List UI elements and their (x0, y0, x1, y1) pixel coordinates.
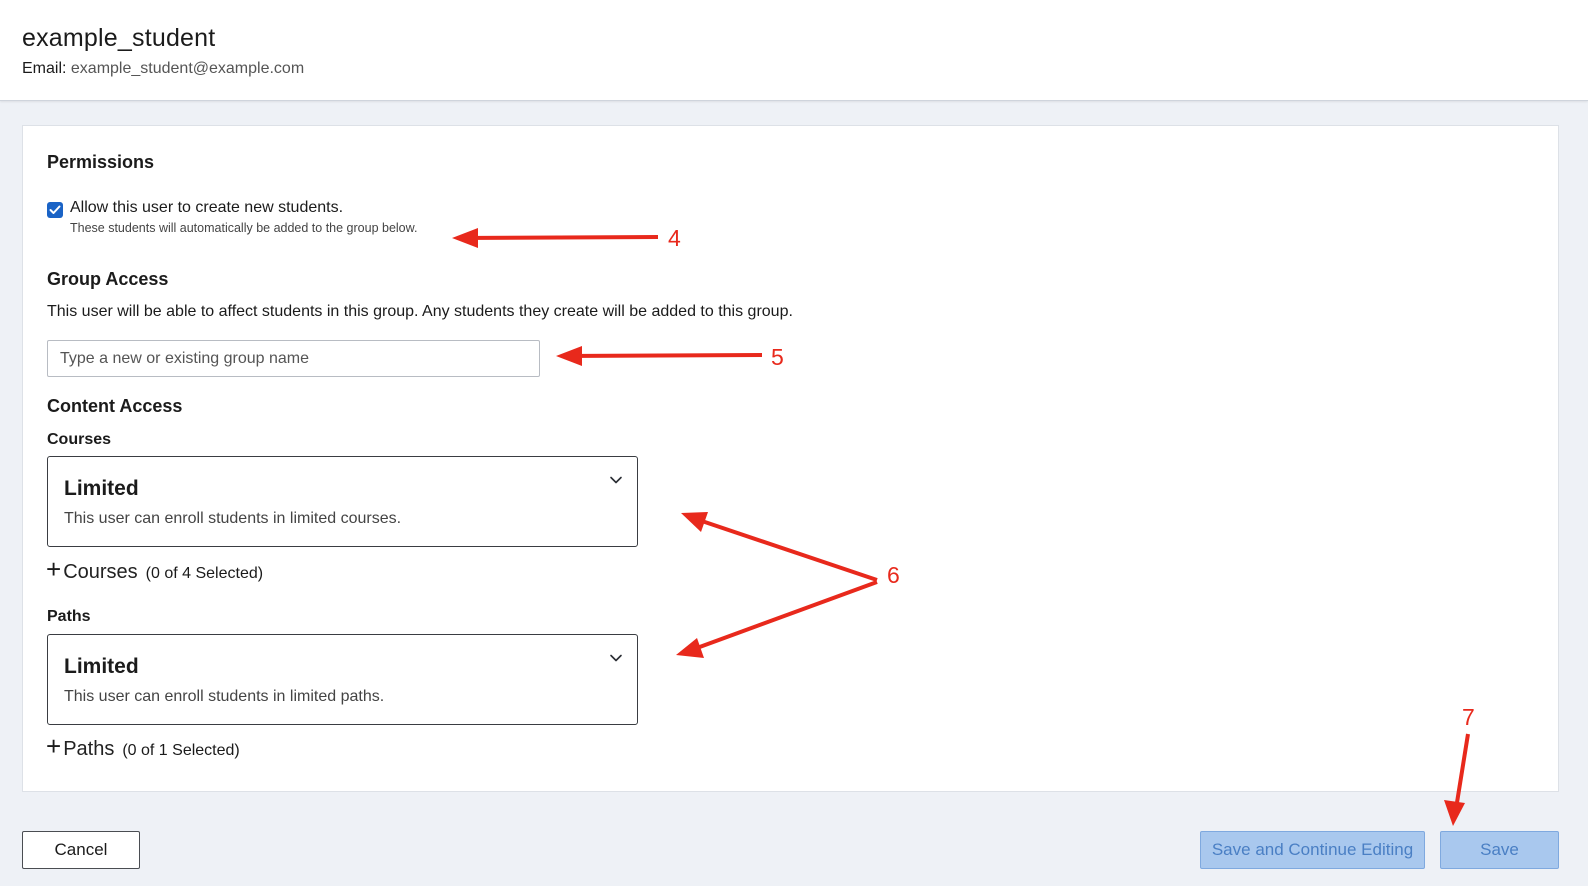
chevron-down-icon (610, 476, 622, 484)
annotation-arrowhead-7 (1444, 800, 1465, 826)
group-access-description: This user will be able to affect student… (47, 303, 793, 320)
courses-selected-count: (0 of 4 Selected) (145, 565, 264, 582)
annotation-number-6: 6 (887, 562, 900, 588)
add-paths-label: Paths (63, 738, 115, 760)
add-paths-button[interactable]: + Paths (0 of 1 Selected) (46, 733, 240, 761)
save-and-continue-button[interactable]: Save and Continue Editing (1200, 831, 1425, 869)
create-students-label[interactable]: Allow this user to create new students. (70, 199, 343, 217)
courses-access-value: Limited (64, 477, 139, 500)
user-name-heading: example_student (22, 24, 216, 52)
group-name-input[interactable] (47, 340, 540, 377)
email-line: Email: example_student@example.com (22, 60, 304, 78)
plus-icon: + (46, 554, 62, 584)
courses-access-description: This user can enroll students in limited… (64, 510, 402, 527)
paths-label: Paths (47, 608, 91, 625)
create-students-checkbox[interactable] (47, 202, 63, 218)
add-courses-label: Courses (63, 561, 138, 583)
paths-access-value: Limited (64, 655, 139, 678)
cancel-button[interactable]: Cancel (22, 831, 140, 869)
group-access-title: Group Access (47, 269, 169, 289)
courses-access-select[interactable]: Limited This user can enroll students in… (47, 456, 638, 547)
add-courses-button[interactable]: + Courses (0 of 4 Selected) (46, 556, 263, 584)
courses-label: Courses (47, 431, 112, 448)
email-label: Email: (22, 60, 67, 77)
paths-access-select[interactable]: Limited This user can enroll students in… (47, 634, 638, 725)
paths-selected-count: (0 of 1 Selected) (122, 742, 240, 759)
annotation-number-5: 5 (771, 344, 784, 370)
annotation-number-4: 4 (668, 225, 681, 251)
permissions-title: Permissions (47, 152, 155, 172)
email-value: example_student@example.com (70, 60, 305, 77)
create-students-sublabel: These students will automatically be add… (70, 221, 418, 235)
content-access-title: Content Access (47, 396, 183, 416)
plus-icon: + (46, 731, 62, 761)
annotation-number-7: 7 (1462, 704, 1475, 730)
page-header: example_student Email: example_student@e… (0, 0, 1588, 101)
chevron-down-icon (610, 654, 622, 662)
paths-access-description: This user can enroll students in limited… (64, 688, 385, 705)
save-button[interactable]: Save (1440, 831, 1559, 869)
checkmark-icon (49, 205, 61, 214)
